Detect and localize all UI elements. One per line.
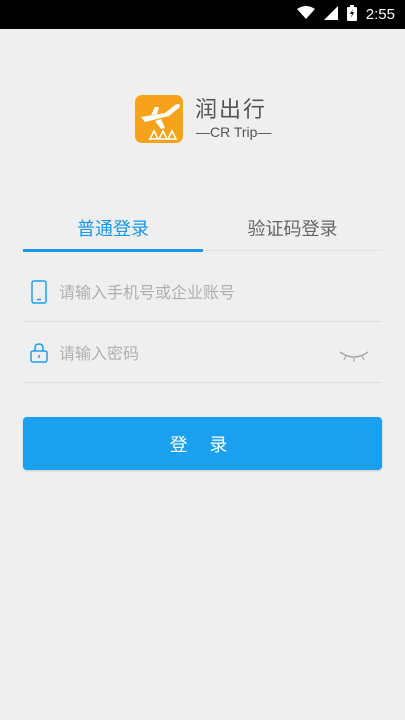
active-tab-indicator [23,249,203,252]
eye-closed-icon[interactable] [338,347,370,362]
airplane-icon [141,104,180,140]
app-logo [135,95,183,143]
tab-sms-login[interactable]: 验证码登录 [203,205,382,251]
brand-subtitle: —CR Trip— [196,124,272,140]
lock-icon [29,341,49,365]
wifi-icon [296,5,315,24]
battery-icon [346,4,357,25]
status-bar: 2:55 [0,0,405,29]
password-field [23,323,382,383]
phone-icon [29,280,49,304]
brand-name: 润出行 [195,98,268,123]
tab-password-login[interactable]: 普通登录 [23,205,203,251]
status-time: 2:55 [365,6,395,23]
status-icons: 2:55 [296,0,395,29]
login-tabs: 普通登录 验证码登录 [23,205,382,253]
login-button[interactable]: 登 录 [23,417,382,470]
phone-input[interactable] [59,276,349,308]
signal-icon [323,5,338,24]
phone-field [23,262,382,322]
password-input[interactable] [59,337,349,369]
